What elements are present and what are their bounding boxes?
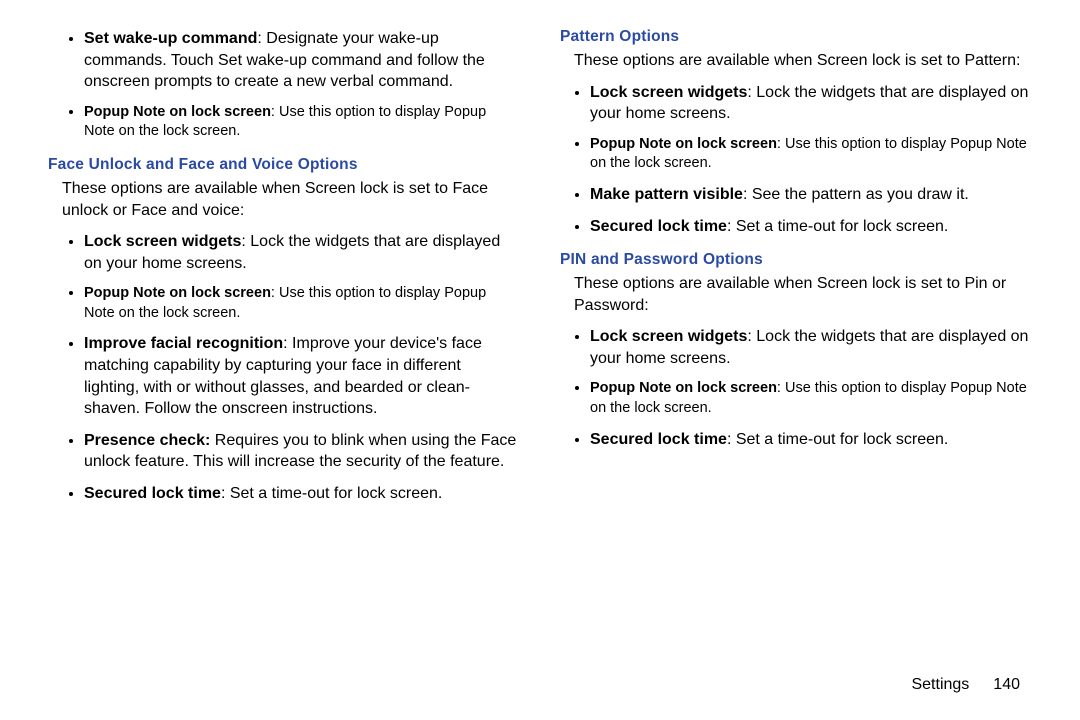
list-item: Secured lock time: Set a time-out for lo… [590,429,1032,451]
bullet-text: : Set a time-out for lock screen. [221,485,442,502]
footer-page-number: 140 [993,676,1020,693]
footer-label: Settings [911,676,969,693]
bullet-bold: Set wake-up command [84,30,257,47]
section-title-pin-password: PIN and Password Options [560,251,1032,269]
bullet-bold: Popup Note on lock screen [590,380,777,396]
list-item: Set wake-up command: Designate your wake… [84,28,520,93]
bullet-bold: Secured lock time [590,218,727,235]
list-item: Lock screen widgets: Lock the widgets th… [590,326,1032,369]
column-right: Pattern Options These options are availa… [560,28,1032,515]
list-item: Make pattern visible: See the pattern as… [590,184,1032,206]
bullet-bold: Lock screen widgets [590,84,747,101]
section-intro: These options are available when Screen … [574,273,1032,316]
list-item: Secured lock time: Set a time-out for lo… [590,216,1032,238]
section-intro: These options are available when Screen … [574,50,1032,72]
list-item: Popup Note on lock screen: Use this opti… [84,284,520,323]
bullet-bold: Popup Note on lock screen [590,136,777,152]
bullet-bold: Lock screen widgets [84,233,241,250]
top-bullet-list: Set wake-up command: Designate your wake… [48,28,520,142]
list-item: Lock screen widgets: Lock the widgets th… [590,82,1032,125]
section-title-face-unlock: Face Unlock and Face and Voice Options [48,156,520,174]
list-item: Improve facial recognition: Improve your… [84,333,520,419]
list-item: Presence check: Requires you to blink wh… [84,430,520,473]
list-item: Popup Note on lock screen: Use this opti… [84,103,520,142]
bullet-text: : See the pattern as you draw it. [743,186,969,203]
bullet-text: : Set a time-out for lock screen. [727,218,948,235]
pattern-bullet-list: Lock screen widgets: Lock the widgets th… [560,82,1032,238]
page-footer: Settings 140 [911,676,1020,694]
bullet-bold: Presence check: [84,432,210,449]
pin-password-bullet-list: Lock screen widgets: Lock the widgets th… [560,326,1032,450]
list-item: Secured lock time: Set a time-out for lo… [84,483,520,505]
list-item: Popup Note on lock screen: Use this opti… [590,379,1032,418]
bullet-bold: Lock screen widgets [590,328,747,345]
section-intro: These options are available when Screen … [62,178,520,221]
bullet-bold: Secured lock time [590,431,727,448]
bullet-text: : Set a time-out for lock screen. [727,431,948,448]
list-item: Lock screen widgets: Lock the widgets th… [84,231,520,274]
face-unlock-bullet-list: Lock screen widgets: Lock the widgets th… [48,231,520,504]
bullet-bold: Popup Note on lock screen [84,104,271,120]
column-left: Set wake-up command: Designate your wake… [48,28,520,515]
section-title-pattern: Pattern Options [560,28,1032,46]
bullet-bold: Secured lock time [84,485,221,502]
list-item: Popup Note on lock screen: Use this opti… [590,135,1032,174]
page: Set wake-up command: Designate your wake… [0,0,1080,720]
bullet-bold: Make pattern visible [590,186,743,203]
bullet-bold: Improve facial recognition [84,335,283,352]
bullet-bold: Popup Note on lock screen [84,285,271,301]
columns: Set wake-up command: Designate your wake… [48,28,1032,515]
